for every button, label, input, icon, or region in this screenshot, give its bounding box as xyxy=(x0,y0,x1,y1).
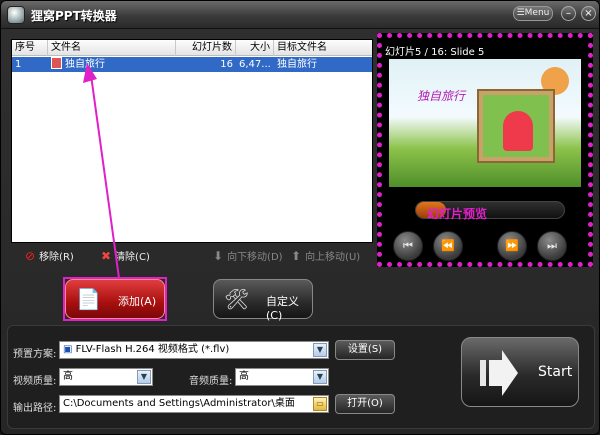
next-slide-button[interactable]: ⏩ xyxy=(497,231,527,261)
move-down-label: 向下移动(D) xyxy=(227,252,283,263)
start-label: Start xyxy=(538,364,573,380)
video-quality-label: 视频质量: xyxy=(13,376,57,387)
audio-quality-label: 音频质量: xyxy=(189,376,233,387)
row-filename-text: 独自旅行 xyxy=(65,59,105,70)
row-filename: 独自旅行 xyxy=(48,57,176,72)
slide-preview: 独自旅行 xyxy=(389,59,581,187)
chevron-down-icon: ▼ xyxy=(313,370,327,384)
output-path-label: 输出路径: xyxy=(13,403,57,414)
move-down-button[interactable]: ⬇ 向下移动(D) xyxy=(213,248,283,264)
clear-label: 清除(C) xyxy=(115,252,150,263)
start-button[interactable]: Start xyxy=(461,337,579,407)
file-row[interactable]: 1 独自旅行 16 6,47... 独自旅行 xyxy=(12,57,372,72)
open-folder-button[interactable]: 打开(O) xyxy=(335,394,395,414)
column-header-size[interactable]: 大小 xyxy=(236,40,274,56)
start-arrow-icon xyxy=(480,350,518,396)
row-slides: 16 xyxy=(220,59,233,70)
column-header-target[interactable]: 目标文件名 xyxy=(274,40,372,56)
custom-button[interactable]: 🛠 自定义(C) xyxy=(213,279,313,322)
last-slide-button[interactable]: ⏭ xyxy=(537,231,567,261)
menu-label: Menu xyxy=(524,8,550,18)
column-header-slides[interactable]: 幻灯片数 xyxy=(176,40,236,56)
ppt-file-icon xyxy=(51,57,62,69)
clear-button[interactable]: ✖ 清除(C) xyxy=(101,248,150,264)
preview-progress-text: 幻灯片预览 xyxy=(427,207,488,221)
video-quality-select[interactable]: 高 ▼ xyxy=(59,368,153,386)
app-window: 狸窝PPT转换器 ☰Menu – × 序号 文件名 幻灯片数 大小 目标文件名 … xyxy=(0,0,600,435)
move-up-button[interactable]: ⬆ 向上移动(U) xyxy=(291,248,360,264)
chevron-down-icon: ▼ xyxy=(137,370,151,384)
video-quality-value: 高 xyxy=(63,371,73,382)
clear-icon: ✖ xyxy=(101,249,112,263)
column-header-index[interactable]: 序号 xyxy=(12,40,48,56)
remove-button[interactable]: ⊘ 移除(R) xyxy=(25,248,74,264)
audio-quality-select[interactable]: 高 ▼ xyxy=(235,368,329,386)
row-index: 1 xyxy=(15,59,22,70)
add-button[interactable]: 📄 添加(A) xyxy=(65,279,165,319)
output-path-value: C:\Documents and Settings\Administrator\… xyxy=(63,398,295,409)
row-target: 独自旅行 xyxy=(277,59,317,70)
file-list[interactable]: 序号 文件名 幻灯片数 大小 目标文件名 1 独自旅行 16 6,47... 独… xyxy=(11,39,373,243)
settings-button[interactable]: 设置(S) xyxy=(335,340,395,360)
slide-photo xyxy=(479,91,553,161)
previous-slide-button[interactable]: ⏪ xyxy=(433,231,463,261)
row-size: 6,47... xyxy=(239,59,271,70)
preview-title: 幻灯片5 / 16: Slide 5 xyxy=(385,47,485,58)
first-slide-button[interactable]: ⏮ xyxy=(393,231,423,261)
preset-label: 预置方案: xyxy=(13,349,57,360)
preset-value: FLV-Flash H.264 视频格式 (*.flv) xyxy=(75,344,230,355)
title-bar: 狸窝PPT转换器 ☰Menu – × xyxy=(1,1,599,29)
add-label: 添加(A) xyxy=(118,295,157,308)
add-file-icon: 📄 xyxy=(76,287,101,311)
remove-icon: ⊘ xyxy=(25,249,36,263)
preset-select[interactable]: ▣ FLV-Flash H.264 视频格式 (*.flv) ▼ xyxy=(59,341,329,359)
folder-icon[interactable]: ▭ xyxy=(313,397,327,411)
audio-quality-value: 高 xyxy=(239,371,249,382)
move-up-icon: ⬆ xyxy=(291,249,302,263)
film-icon: ▣ xyxy=(63,344,76,355)
move-up-label: 向上移动(U) xyxy=(305,252,361,263)
minimize-button[interactable]: – xyxy=(561,6,576,21)
move-down-icon: ⬇ xyxy=(213,249,224,263)
app-title: 狸窝PPT转换器 xyxy=(31,9,117,23)
chevron-down-icon: ▼ xyxy=(313,343,327,357)
output-path-input[interactable]: C:\Documents and Settings\Administrator\… xyxy=(59,395,329,413)
file-list-header: 序号 文件名 幻灯片数 大小 目标文件名 xyxy=(12,40,372,56)
list-actions-bar: ⊘ 移除(R) ✖ 清除(C) ⬇ 向下移动(D) ⬆ 向上移动(U) xyxy=(11,245,373,267)
menu-icon: ☰ xyxy=(516,8,525,18)
column-header-filename[interactable]: 文件名 xyxy=(48,40,176,56)
close-button[interactable]: × xyxy=(581,6,596,21)
app-logo-icon xyxy=(7,6,25,24)
tools-icon: 🛠 xyxy=(224,287,250,311)
menu-button[interactable]: ☰Menu xyxy=(513,6,553,21)
photo-person xyxy=(503,111,533,151)
slide-title-text: 独自旅行 xyxy=(417,89,466,103)
custom-label: 自定义(C) xyxy=(266,295,299,322)
remove-label: 移除(R) xyxy=(39,252,74,263)
